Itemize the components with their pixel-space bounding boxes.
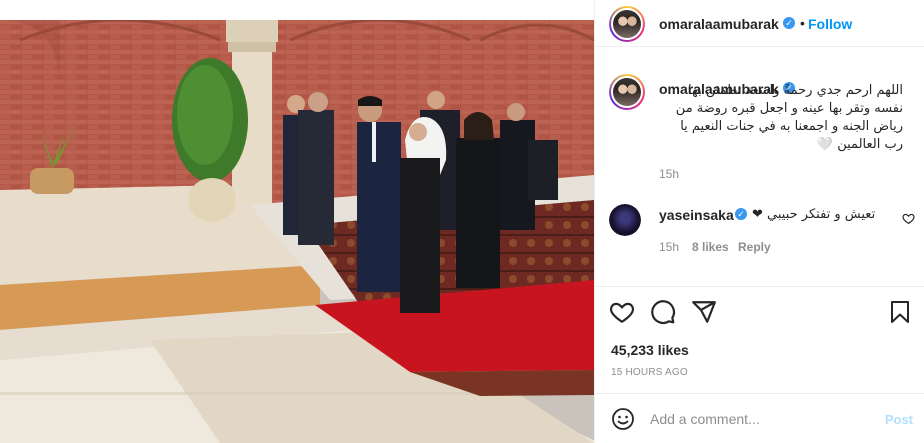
comment-time[interactable]: 15h bbox=[659, 240, 679, 254]
post-caption: اللهم ارحم جدي رحمةً واسعة تطمئن بها نفس… bbox=[675, 83, 903, 152]
post-header: omaralaamubarak ✓ • Follow bbox=[595, 0, 924, 47]
post-comment-button[interactable]: Post bbox=[885, 412, 913, 427]
caption-author-avatar-image bbox=[611, 76, 643, 108]
caption-time[interactable]: 15h bbox=[659, 167, 679, 181]
commenter-avatar[interactable] bbox=[609, 204, 641, 236]
caption-author-avatar[interactable] bbox=[609, 74, 645, 110]
comment-reply-button[interactable]: Reply bbox=[738, 240, 771, 254]
photo-scene bbox=[0, 0, 594, 443]
comment-like-heart-icon[interactable] bbox=[902, 212, 915, 225]
post-photo[interactable] bbox=[0, 0, 594, 443]
verified-badge-icon: ✓ bbox=[783, 17, 795, 29]
share-icon[interactable] bbox=[691, 299, 717, 325]
verified-badge-icon: ✓ bbox=[735, 208, 747, 220]
author-avatar[interactable] bbox=[609, 6, 645, 42]
comment-username[interactable]: yaseinsaka bbox=[659, 207, 734, 223]
emoji-icon[interactable] bbox=[611, 407, 635, 431]
comment-text: تعيش و تفتكر حبيبي ❤ bbox=[752, 207, 876, 222]
like-count[interactable]: 45,233 likes bbox=[611, 342, 689, 358]
add-comment-input[interactable] bbox=[650, 411, 870, 427]
add-comment-row: Post bbox=[595, 393, 924, 443]
commenter-avatar-image bbox=[609, 204, 641, 236]
author-username[interactable]: omaralaamubarak bbox=[659, 16, 779, 32]
heart-icon[interactable] bbox=[609, 299, 635, 325]
follow-button[interactable]: Follow bbox=[808, 16, 852, 32]
bookmark-icon[interactable] bbox=[888, 299, 912, 325]
comment-icon[interactable] bbox=[650, 299, 676, 325]
post-timestamp[interactable]: 15 HOURS AGO bbox=[611, 367, 688, 378]
separator-dot: • bbox=[800, 15, 805, 31]
author-avatar-image bbox=[611, 8, 643, 40]
comment-likes[interactable]: 8 likes bbox=[692, 240, 729, 254]
post-side-panel: omaralaamubarak ✓ • Follow omaralaamubar… bbox=[594, 0, 924, 443]
